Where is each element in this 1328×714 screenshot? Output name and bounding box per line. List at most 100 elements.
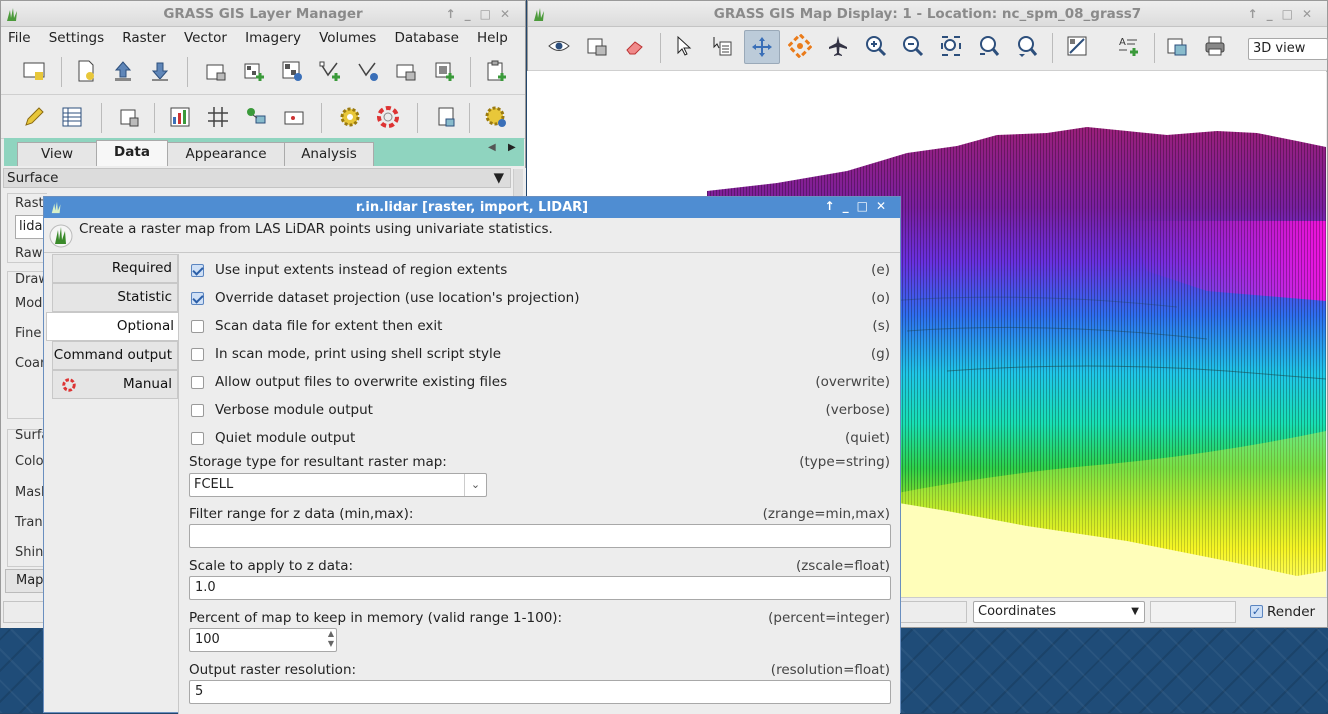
spin-arrows-icon[interactable]: ▲ ▼ bbox=[328, 629, 334, 649]
resolution-input[interactable]: 5 bbox=[189, 680, 891, 704]
surface-section-header[interactable]: Surface ▼ bbox=[3, 168, 511, 188]
tab-analysis[interactable]: Analysis bbox=[284, 142, 374, 166]
flag-overwrite-row[interactable]: Allow output files to overwrite existing… bbox=[191, 372, 890, 392]
storage-type-key: (type=string) bbox=[799, 454, 890, 470]
tabs-scroll-right-icon[interactable]: ▶ bbox=[508, 142, 516, 153]
zoom-in-button[interactable] bbox=[861, 31, 891, 61]
query-button[interactable] bbox=[707, 31, 737, 61]
menu-raster[interactable]: Raster bbox=[115, 27, 173, 49]
zoom-extent-button[interactable] bbox=[936, 31, 966, 61]
tab-manual[interactable]: Manual bbox=[52, 370, 178, 399]
erase-button[interactable] bbox=[620, 31, 650, 61]
flag-e-label: Use input extents instead of region exte… bbox=[215, 262, 508, 278]
add-vector-button[interactable] bbox=[315, 56, 345, 86]
flag-g-checkbox[interactable] bbox=[191, 348, 204, 361]
flag-g-label: In scan mode, print using shell script s… bbox=[215, 346, 502, 362]
new-display-button[interactable] bbox=[19, 56, 49, 86]
flag-verbose-row[interactable]: Verbose module output (verbose) bbox=[191, 400, 890, 420]
tab-data[interactable]: Data bbox=[96, 140, 168, 166]
print-button[interactable] bbox=[1200, 31, 1230, 61]
menu-file[interactable]: File bbox=[1, 27, 38, 49]
save-image-button[interactable] bbox=[1162, 31, 1192, 61]
zscale-input[interactable]: 1.0 bbox=[189, 576, 891, 600]
flag-quiet-checkbox[interactable] bbox=[191, 432, 204, 445]
save-workspace-button[interactable] bbox=[145, 56, 175, 86]
flag-o-checkbox[interactable] bbox=[191, 292, 204, 305]
zoom-menu-button[interactable] bbox=[1012, 31, 1042, 61]
window-controls[interactable]: ↑_□✕ bbox=[1248, 1, 1321, 27]
menu-imagery[interactable]: Imagery bbox=[238, 27, 308, 49]
flag-g-row[interactable]: In scan mode, print using shell script s… bbox=[191, 344, 890, 364]
percent-spinbox[interactable]: 100 ▲ ▼ bbox=[189, 628, 337, 652]
tab-optional[interactable]: Optional bbox=[46, 312, 179, 341]
cartographic-composer-button[interactable] bbox=[279, 102, 309, 132]
zoom-back-button[interactable] bbox=[974, 31, 1004, 61]
storage-type-select[interactable]: FCELL ⌄ bbox=[189, 473, 487, 497]
window-controls[interactable]: ↑_□✕ bbox=[446, 1, 519, 27]
rotate-button[interactable] bbox=[785, 31, 815, 61]
add-raster-misc-button[interactable] bbox=[277, 56, 307, 86]
statusbar-input[interactable] bbox=[1150, 601, 1236, 623]
georectify-button[interactable] bbox=[203, 102, 233, 132]
edit-vector-button[interactable] bbox=[19, 102, 49, 132]
menu-help[interactable]: Help bbox=[470, 27, 515, 49]
flag-e-row[interactable]: Use input extents instead of region exte… bbox=[191, 260, 890, 280]
dialog-titlebar[interactable]: r.in.lidar [raster, import, LIDAR] ↑_□✕ bbox=[44, 197, 900, 218]
tab-statistic[interactable]: Statistic bbox=[52, 283, 178, 312]
mapcalc-button[interactable] bbox=[165, 102, 195, 132]
add-raster-button[interactable] bbox=[239, 56, 269, 86]
tab-appearance[interactable]: Appearance bbox=[167, 142, 285, 166]
collapse-triangle-icon[interactable]: ▼ bbox=[494, 169, 504, 187]
overlay-decorations-button[interactable]: A bbox=[1113, 31, 1143, 61]
script-button[interactable] bbox=[431, 102, 461, 132]
map-display-titlebar[interactable]: GRASS GIS Map Display: 1 - Location: nc_… bbox=[528, 1, 1327, 27]
menu-volumes[interactable]: Volumes bbox=[312, 27, 383, 49]
zoom-out-button[interactable] bbox=[898, 31, 928, 61]
statusbar-mode-select[interactable]: Coordinates ▼ bbox=[973, 601, 1145, 623]
eye-icon bbox=[548, 41, 570, 51]
layer-manager-titlebar[interactable]: GRASS GIS Layer Manager ↑_□✕ bbox=[1, 1, 525, 27]
flag-e-checkbox[interactable] bbox=[191, 264, 204, 277]
module-settings-button[interactable] bbox=[481, 102, 511, 132]
tab-view[interactable]: View bbox=[17, 142, 97, 166]
lm-toolbar-1 bbox=[1, 49, 525, 95]
menu-database[interactable]: Database bbox=[387, 27, 465, 49]
add-map-layers-button[interactable] bbox=[201, 56, 231, 86]
display-map-button[interactable] bbox=[544, 31, 574, 61]
help-button[interactable] bbox=[373, 102, 403, 132]
flag-s-row[interactable]: Scan data file for extent then exit (s) bbox=[191, 316, 890, 336]
view-mode-select[interactable]: 3D view bbox=[1248, 38, 1328, 60]
flag-overwrite-checkbox[interactable] bbox=[191, 376, 204, 389]
eraser-icon bbox=[626, 41, 643, 55]
add-overlay-button[interactable] bbox=[429, 56, 459, 86]
flag-quiet-row[interactable]: Quiet module output (quiet) bbox=[191, 428, 890, 448]
download-arrow-icon bbox=[151, 62, 169, 81]
add-group-button[interactable] bbox=[391, 56, 421, 86]
flag-verbose-checkbox[interactable] bbox=[191, 404, 204, 417]
menu-vector[interactable]: Vector bbox=[177, 27, 234, 49]
printer-icon bbox=[1205, 36, 1225, 56]
tabs-scroll-left-icon[interactable]: ◀ bbox=[488, 142, 496, 153]
tab-command-output[interactable]: Command output bbox=[52, 341, 178, 370]
open-workspace-button[interactable] bbox=[108, 56, 138, 86]
add-command-layer-button[interactable] bbox=[481, 56, 511, 86]
flag-s-checkbox[interactable] bbox=[191, 320, 204, 333]
menu-settings[interactable]: Settings bbox=[42, 27, 111, 49]
attribute-table-button[interactable] bbox=[57, 102, 87, 132]
dialog-window-controls[interactable]: ↑_□✕ bbox=[825, 196, 894, 217]
flag-o-row[interactable]: Override dataset projection (use locatio… bbox=[191, 288, 890, 308]
analyze-button[interactable] bbox=[1062, 31, 1092, 61]
pan-button[interactable] bbox=[747, 32, 777, 62]
new-workspace-button[interactable] bbox=[71, 56, 101, 86]
zrange-input[interactable] bbox=[189, 524, 891, 548]
render-checkbox[interactable]: ✓ Render bbox=[1243, 601, 1325, 623]
tab-required[interactable]: Required bbox=[52, 254, 178, 283]
pointer-button[interactable] bbox=[669, 31, 699, 61]
add-vector-misc-button[interactable] bbox=[353, 56, 383, 86]
lifebuoy-icon bbox=[62, 378, 76, 392]
render-map-button[interactable] bbox=[582, 31, 612, 61]
graphical-modeler-button[interactable] bbox=[241, 102, 271, 132]
fly-button[interactable] bbox=[823, 31, 853, 61]
settings-button[interactable] bbox=[335, 102, 365, 132]
map-calculator-button[interactable] bbox=[115, 102, 145, 132]
